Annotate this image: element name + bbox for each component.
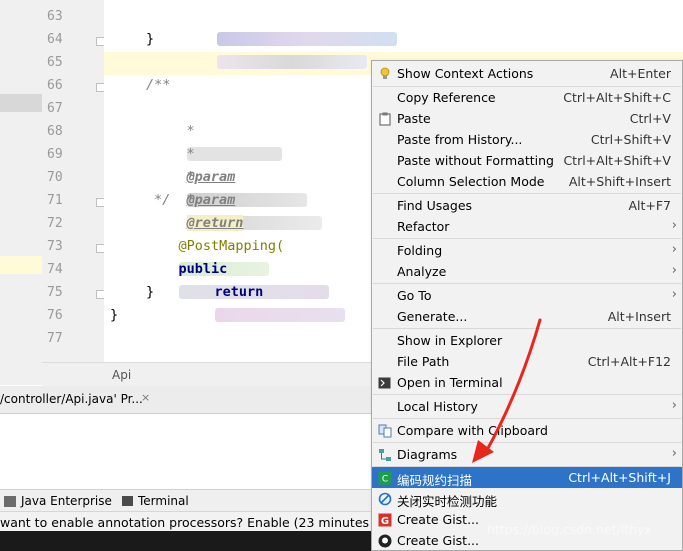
red-arrow-annotation — [472, 318, 542, 463]
watermark-text: https://blog.csdn.net/lthyx — [487, 522, 652, 537]
